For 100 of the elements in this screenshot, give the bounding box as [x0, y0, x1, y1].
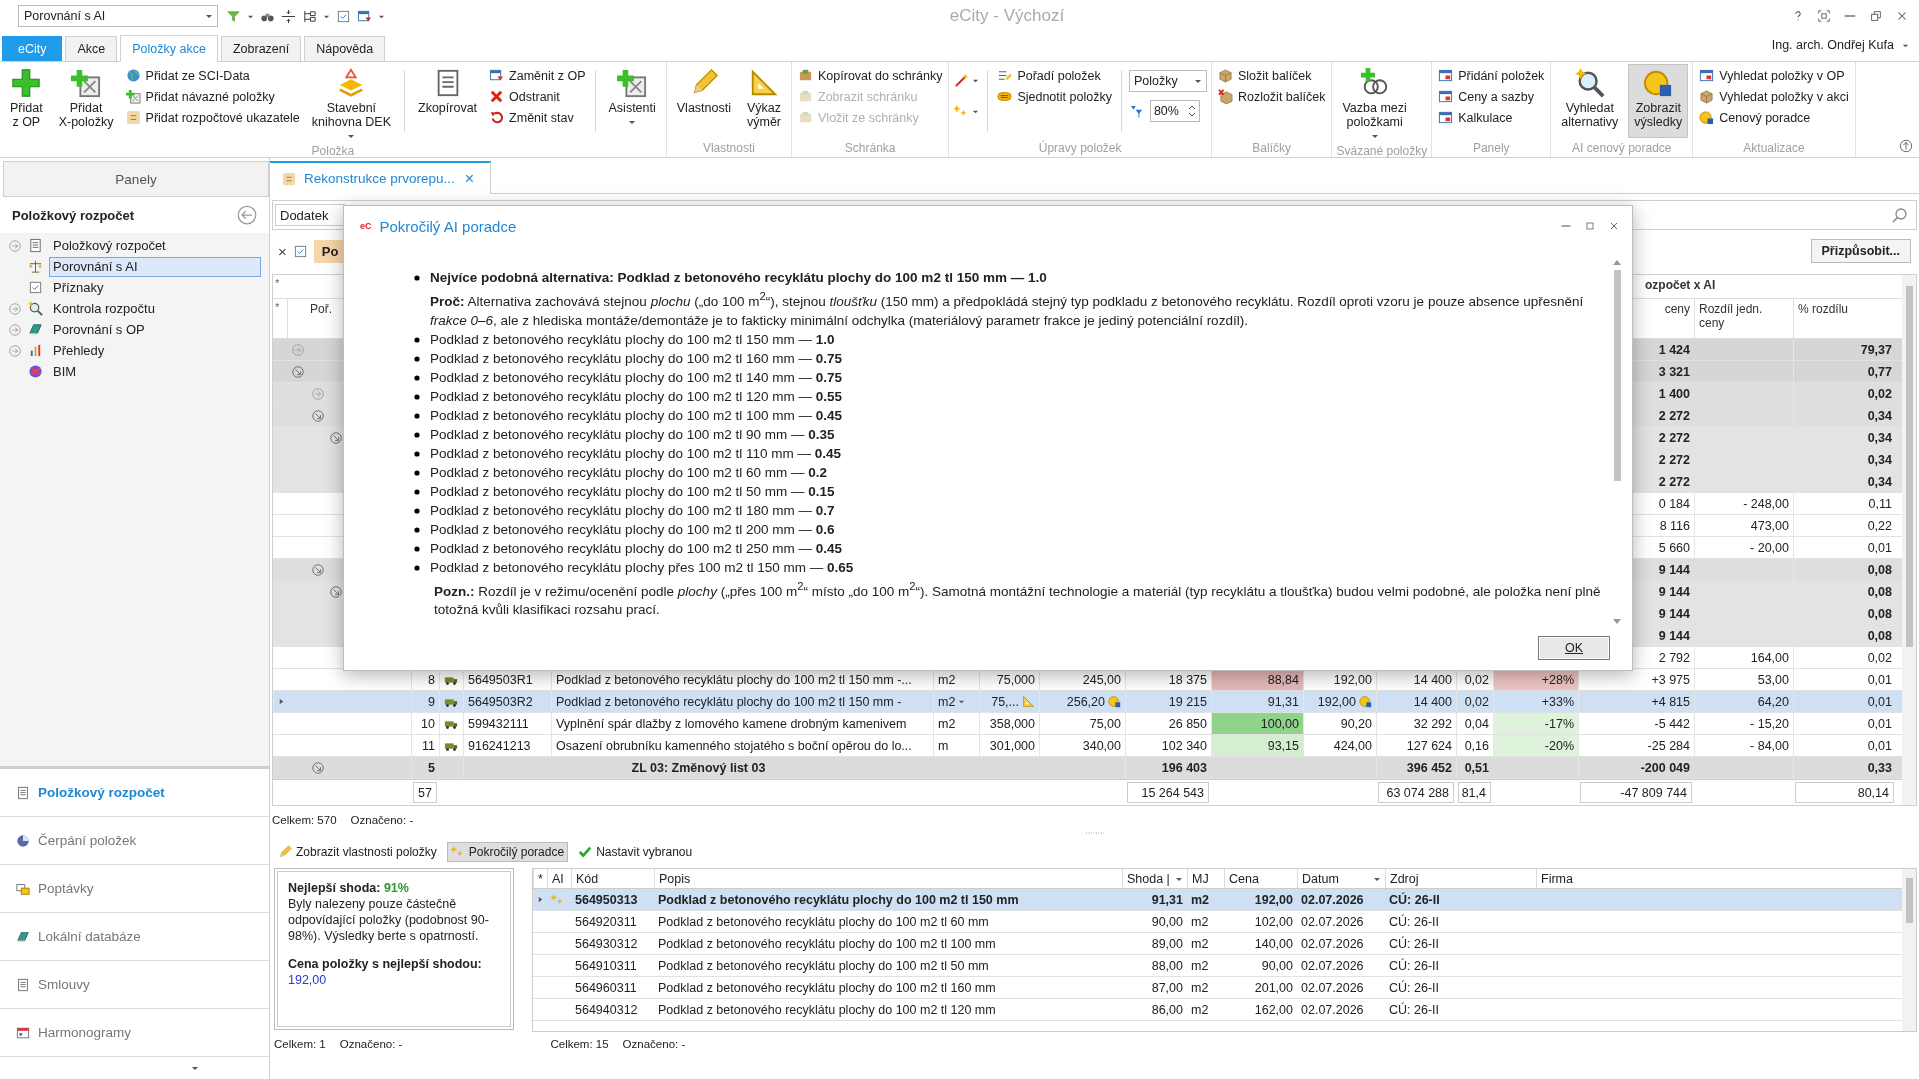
ribbon-tab[interactable]: Položky akce: [120, 35, 218, 62]
scrollbar[interactable]: [1902, 275, 1916, 805]
nav-item[interactable]: Čerpání položek: [0, 817, 269, 865]
document-plus-icon: [617, 68, 648, 98]
ribbon-button[interactable]: Vlastnosti: [670, 64, 737, 138]
toolbar-button[interactable]: Nastavit vybranou: [574, 842, 697, 862]
status-text: Označeno: -: [622, 1038, 686, 1050]
table-cell: +28%: [1493, 669, 1578, 690]
clear-filter-button[interactable]: ×: [278, 242, 287, 260]
column-header[interactable]: Cena: [1224, 869, 1297, 888]
table-cell-text: 89,00: [1150, 935, 1184, 953]
ribbon-button[interactable]: Změnit stav: [487, 109, 588, 126]
tree-item[interactable]: Příznaky: [49, 277, 261, 298]
ribbon-button[interactable]: Zkopírovat: [412, 64, 484, 138]
close-button[interactable]: ×: [462, 169, 477, 188]
ribbon-button[interactable]: Sjednotit položky: [995, 88, 1114, 105]
tree-item[interactable]: BIM: [49, 361, 261, 382]
nav-item[interactable]: Harmonogramy: [0, 1009, 269, 1057]
column-header[interactable]: MJ: [1187, 869, 1224, 888]
document-tab[interactable]: Rekonstrukce prvorepu... ×: [270, 161, 492, 194]
column-header[interactable]: AI: [547, 869, 571, 888]
tree-item[interactable]: Přehledy: [49, 340, 261, 361]
bullet-icon: [414, 526, 420, 533]
bullet-icon: [414, 564, 420, 571]
scrollbar[interactable]: [1902, 869, 1916, 1031]
table-cell-text: 162,00: [1253, 1001, 1294, 1019]
ribbon-button[interactable]: Odstranit: [487, 88, 588, 105]
alternative-item: Podklad z betonového recyklátu plochy do 100 m2 tl 140 mm — 0.75: [430, 368, 842, 387]
ribbon-button[interactable]: Vyhledat položky v OP: [1697, 67, 1851, 84]
scrollbar[interactable]: [1610, 258, 1624, 626]
nav-item[interactable]: Poptávky: [0, 865, 269, 913]
ribbon-button[interactable]: Výkaz výměr: [740, 64, 787, 138]
toolbar-button[interactable]: Zobrazit vlastnosti položky: [274, 842, 441, 862]
ok-button[interactable]: OK: [1538, 636, 1610, 660]
ribbon-button[interactable]: Kalkulace: [1436, 109, 1547, 126]
column-header[interactable]: Kód: [571, 869, 654, 888]
column-header[interactable]: % rozdílu: [1793, 299, 1896, 338]
clipboard-icon: [798, 89, 813, 104]
funnel-icon: [226, 8, 241, 24]
ribbon-button[interactable]: Přidat X-položky: [52, 64, 120, 138]
table-cell-text: 02.07.2026: [1300, 891, 1365, 909]
ribbon-button[interactable]: Přidat návazné položky: [123, 88, 302, 105]
ribbon-button[interactable]: Vazba mezi položkami: [1336, 64, 1413, 144]
table-cell-text: m2: [1190, 935, 1210, 953]
ribbon-button[interactable]: Přidat ze SCI-Data: [123, 67, 302, 84]
ribbon-button[interactable]: Přidat z OP: [4, 64, 49, 138]
ribbon-button[interactable]: Vyhledat alternativy: [1555, 64, 1625, 138]
ribbon-button[interactable]: Zobrazit výsledky: [1628, 64, 1689, 138]
table-cell: 0,34: [1793, 405, 1896, 426]
table-cell-text: CÚ: 26-II: [1388, 979, 1440, 997]
ribbon-button[interactable]: Kopírovat do schránky: [796, 67, 945, 84]
tree-item[interactable]: Kontrola rozpočtu: [49, 298, 261, 319]
collapse-icon: [329, 430, 343, 445]
tree-item[interactable]: Porovnání s OP: [49, 319, 261, 340]
nav-item[interactable]: Položkový rozpočet: [0, 769, 269, 817]
focus-button[interactable]: [1815, 7, 1833, 25]
table-cell: 10: [411, 713, 439, 734]
ribbon-button[interactable]: Ceny a sazby: [1436, 88, 1547, 105]
nav-item[interactable]: Smlouvy: [0, 961, 269, 1009]
status-text: Označeno: -: [339, 1038, 403, 1050]
spinner-field[interactable]: 80%: [1149, 100, 1200, 122]
alternative-item: Podklad z betonového recyklátu plochy do 100 m2 tl 90 mm — 0.35: [430, 425, 835, 444]
ribbon-button[interactable]: Pořadí položek: [995, 67, 1114, 84]
tree-item[interactable]: Položkový rozpočet: [49, 235, 261, 256]
table-cell: 100,00: [1211, 713, 1303, 734]
column-header[interactable]: Datum: [1297, 869, 1385, 888]
ribbon-button[interactable]: Přidat rozpočtové ukazatele: [123, 109, 302, 126]
ribbon-tab[interactable]: Zobrazení: [220, 36, 302, 61]
ribbon-button[interactable]: Složit balíček: [1215, 67, 1328, 84]
column-header[interactable]: Rozdíl jedn. ceny: [1694, 299, 1793, 338]
table-cell: 79,37: [1793, 339, 1896, 360]
ribbon-button[interactable]: Rozložit balíček: [1215, 88, 1328, 105]
table-cell-text: 90,00: [1260, 957, 1294, 975]
alternative-item: Podklad z betonového recyklátu plochy do 100 m2 tl 250 mm — 0.45: [430, 539, 842, 558]
ribbon-button[interactable]: Cenový poradce: [1697, 109, 1851, 126]
select-field[interactable]: Položky: [1128, 70, 1207, 92]
row-marker: *: [274, 276, 281, 291]
ribbon-button[interactable]: Stavební knihovna DEK: [305, 64, 398, 144]
column-header[interactable]: Zdroj: [1385, 869, 1536, 888]
spinner-arrows-icon[interactable]: [1187, 104, 1196, 118]
ribbon-tab[interactable]: Nápověda: [304, 36, 386, 61]
table-cell: 0,01: [1793, 691, 1896, 712]
ribbon-button[interactable]: Asistenti: [602, 64, 662, 138]
ribbon-tab[interactable]: Akce: [65, 36, 118, 61]
globe-icon: [125, 68, 141, 83]
column-header[interactable]: Shoda |: [1122, 869, 1187, 888]
ribbon-button[interactable]: Zaměnit z OP: [487, 67, 588, 84]
table-cell-text: Podklad z betonového recyklátu plochy do 100 m2 tl 150 mm: [657, 891, 1020, 909]
nav-item[interactable]: Lokální databáze: [0, 913, 269, 961]
user-name[interactable]: Ing. arch. Ondřej Kufa: [1771, 38, 1909, 52]
ribbon-button[interactable]: Vyhledat položky v akci: [1697, 88, 1851, 105]
panels-tab[interactable]: Panely: [3, 161, 269, 197]
view-combo[interactable]: Porovnání s AI: [18, 5, 218, 27]
customize-button[interactable]: Přizpůsobit...: [1810, 239, 1911, 263]
scroll-up-icon[interactable]: [1612, 258, 1622, 266]
tree-item[interactable]: Porovnání s AI: [49, 256, 261, 277]
ribbon-button[interactable]: Přidání položek: [1436, 67, 1547, 84]
toolbar-button[interactable]: Pokročilý poradce: [446, 842, 569, 862]
group-label: Schránka: [843, 141, 897, 157]
column-header[interactable]: Popis: [654, 869, 1122, 888]
